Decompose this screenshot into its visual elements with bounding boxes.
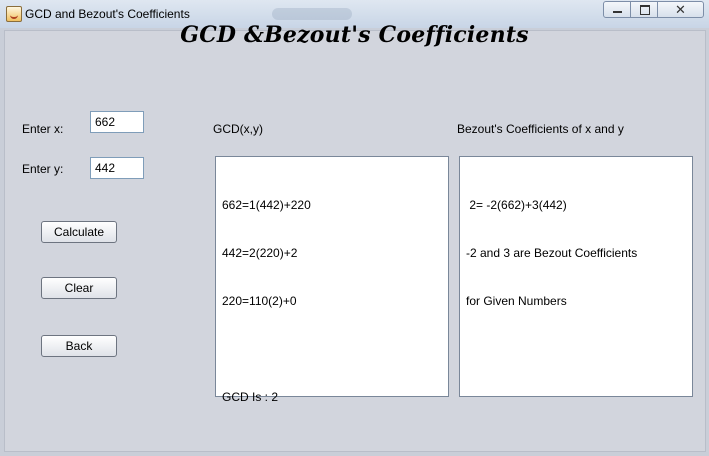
calculate-button[interactable]: Calculate [41,221,117,243]
maximize-button[interactable] [630,1,658,18]
y-label: Enter y: [22,162,64,176]
x-input[interactable] [90,111,144,133]
window-title: GCD and Bezout's Coefficients [25,7,190,21]
gcd-output-area[interactable]: 662=1(442)+220 442=2(220)+2 220=110(2)+0… [215,156,449,404]
gcd-line: 662=1(442)+220 [222,198,311,212]
bezout-line: for Given Numbers [466,294,567,308]
minimize-button[interactable] [603,1,631,18]
gcd-result-line: GCD Is : 2 [222,390,279,404]
close-icon: ✕ [675,2,686,17]
close-button[interactable]: ✕ [657,1,704,18]
blurred-background-title [272,8,352,20]
clear-button[interactable]: Clear [41,277,117,299]
bezout-line: -2 and 3 are Bezout Coefficients [466,246,638,260]
x-label: Enter x: [22,122,64,136]
gcd-line: 220=110(2)+0 [222,294,297,308]
bezout-line: 2= -2(662)+3(442) [466,198,567,212]
back-button[interactable]: Back [41,335,117,357]
gcd-line: 442=2(220)+2 [222,246,298,260]
bezout-label: Bezout's Coefficients of x and y [457,122,624,136]
gcd-label: GCD(x,y) [213,122,263,136]
bezout-output-area[interactable]: 2= -2(662)+3(442) -2 and 3 are Bezout Co… [459,156,693,397]
gcd-line [222,341,442,357]
page-title: GCD &Bezout's Coefficients [180,22,529,48]
y-input[interactable] [90,157,144,179]
java-app-icon [6,6,22,22]
